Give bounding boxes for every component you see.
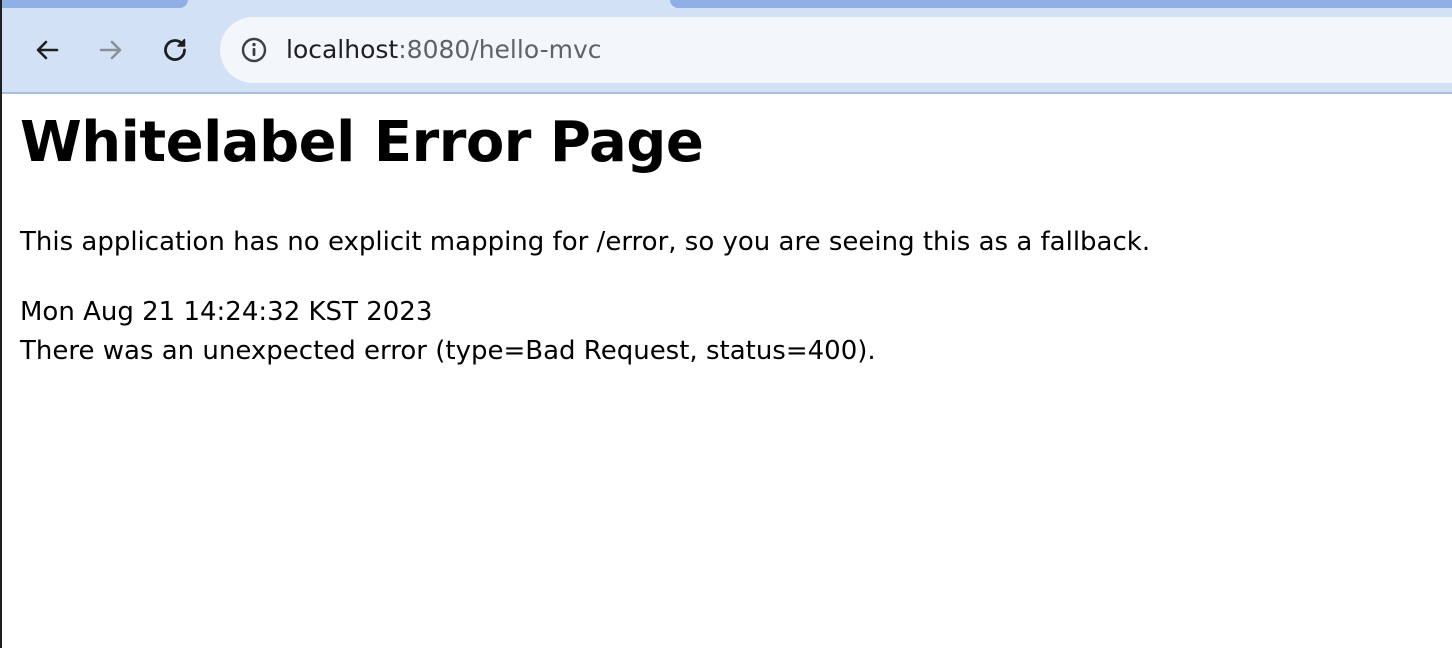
back-arrow-icon bbox=[36, 40, 59, 60]
error-timestamp: Mon Aug 21 14:24:32 KST 2023 bbox=[20, 297, 433, 327]
active-tab[interactable] bbox=[188, 0, 670, 8]
page-content: Whitelabel Error Page This application h… bbox=[20, 94, 1452, 371]
tab-strip bbox=[2, 0, 1452, 8]
back-button[interactable] bbox=[27, 30, 67, 70]
browser-toolbar: localhost:8080/hello-mvc bbox=[2, 8, 1452, 94]
url-host: localhost bbox=[286, 35, 399, 64]
error-explanation: This application has no explicit mapping… bbox=[20, 227, 1151, 257]
address-bar[interactable]: localhost:8080/hello-mvc bbox=[220, 17, 1452, 83]
browser-window: localhost:8080/hello-mvc Whitelabel Erro… bbox=[0, 0, 1452, 648]
forward-arrow-icon bbox=[99, 40, 122, 60]
inactive-tab-right[interactable] bbox=[670, 0, 1452, 8]
page-title: Whitelabel Error Page bbox=[20, 110, 704, 175]
forward-button[interactable] bbox=[91, 30, 131, 70]
reload-icon bbox=[164, 38, 186, 61]
info-icon[interactable] bbox=[240, 36, 268, 64]
reload-button[interactable] bbox=[155, 30, 195, 70]
url-path: :8080/hello-mvc bbox=[398, 35, 602, 64]
error-message: There was an unexpected error (type=Bad … bbox=[20, 336, 876, 366]
inactive-tab-left[interactable] bbox=[2, 0, 188, 8]
url-text[interactable]: localhost:8080/hello-mvc bbox=[286, 35, 602, 65]
